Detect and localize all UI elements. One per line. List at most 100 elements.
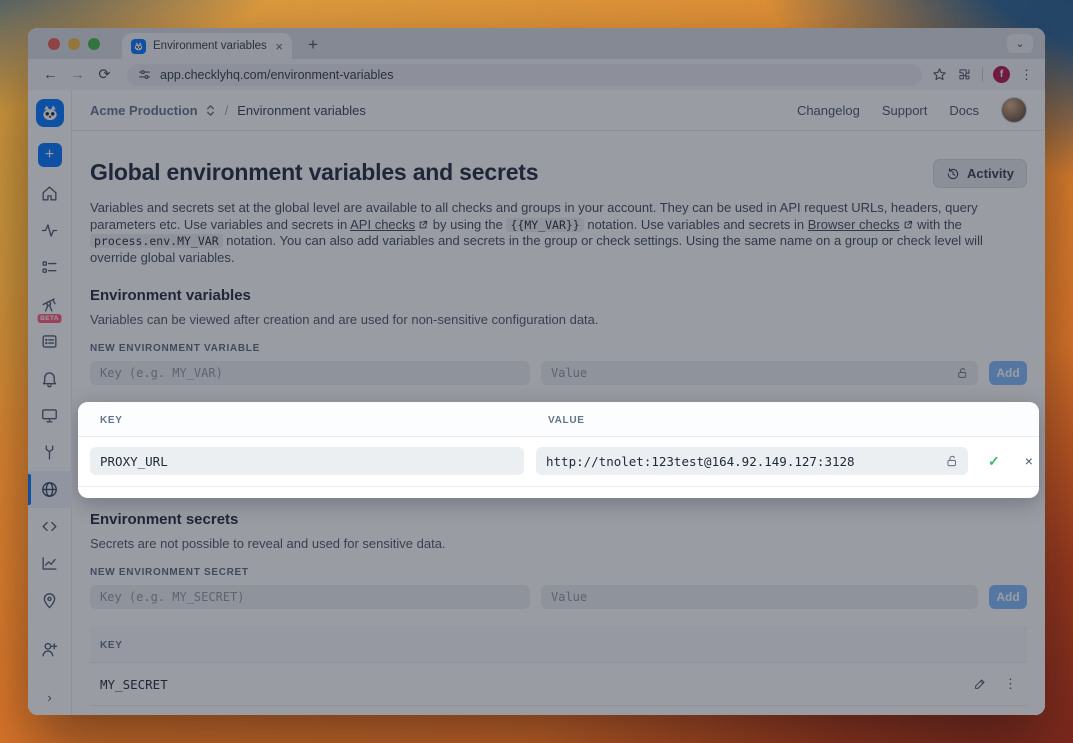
- secret-row-my-secret: MY_SECRET ⋮: [90, 663, 1027, 706]
- sidebar-collapse-chevron-icon[interactable]: ›: [28, 690, 72, 705]
- sidebar-item-environment-variables[interactable]: [28, 471, 72, 508]
- tab-close-icon[interactable]: ×: [275, 40, 283, 53]
- variable-value-field[interactable]: [536, 447, 968, 475]
- history-clock-icon: [946, 167, 960, 181]
- browser-profile-avatar[interactable]: f: [993, 66, 1010, 83]
- value-column-header: VALUE: [548, 415, 585, 426]
- support-link[interactable]: Support: [882, 103, 928, 118]
- checkly-logo[interactable]: [36, 99, 64, 127]
- app-viewport: + BETA ›: [28, 90, 1045, 715]
- edit-pencil-icon[interactable]: [973, 677, 987, 691]
- dashboard-icon: [40, 332, 59, 351]
- external-link-icon: [418, 220, 428, 230]
- url-bar[interactable]: app.checklyhq.com/environment-variables: [127, 64, 922, 86]
- add-variable-button[interactable]: Add: [989, 361, 1027, 385]
- breadcrumb-account[interactable]: Acme Production: [90, 103, 198, 118]
- new-secret-form: Add: [90, 585, 1027, 609]
- minimize-window-button[interactable]: [68, 38, 80, 50]
- url-text: app.checklyhq.com/environment-variables: [160, 68, 393, 82]
- telescope-icon: [40, 295, 59, 314]
- external-link-icon: [903, 220, 913, 230]
- browser-menu-icon[interactable]: ⋮: [1020, 67, 1033, 83]
- variable-row-proxy-url: PROXY_URL ✓ ×: [78, 437, 1039, 487]
- bell-icon: [40, 369, 59, 388]
- confirm-check-icon[interactable]: ✓: [988, 453, 1000, 470]
- process-env-code-chip: process.env.MY_VAR: [90, 234, 223, 248]
- page-content: Global environment variables and secrets…: [72, 131, 1045, 715]
- row-menu-kebab-icon[interactable]: ⋮: [1004, 676, 1017, 692]
- chart-icon: [40, 554, 59, 573]
- new-tab-button[interactable]: +: [308, 35, 318, 55]
- page-title: Global environment variables and secrets: [90, 159, 538, 186]
- globe-icon: [40, 480, 59, 499]
- toolbar-divider: [982, 67, 983, 82]
- invite-user-icon: [40, 640, 59, 659]
- reload-button[interactable]: ⟳: [92, 67, 117, 83]
- breadcrumb-separator: /: [225, 103, 229, 118]
- sidebar-item-private-locations[interactable]: [28, 582, 72, 619]
- location-pin-icon: [40, 591, 59, 610]
- close-window-button[interactable]: [48, 38, 60, 50]
- secrets-table-header: KEY: [90, 626, 1027, 663]
- wrench-icon: [40, 443, 59, 462]
- variable-value-input[interactable]: [541, 361, 978, 385]
- sidebar-item-alerts[interactable]: [28, 360, 72, 397]
- tab-title: Environment variables: [153, 40, 268, 52]
- forward-button[interactable]: →: [65, 67, 90, 83]
- traffic-lights: [48, 28, 100, 59]
- extensions-puzzle-icon[interactable]: [957, 67, 972, 82]
- variables-description: Variables can be viewed after creation a…: [90, 312, 1027, 327]
- tab-strip: Environment variables × + ⌄: [28, 28, 1045, 59]
- sidebar-item-invite-user[interactable]: [28, 631, 72, 668]
- beta-badge: BETA: [37, 314, 62, 323]
- secret-value-input[interactable]: [541, 585, 978, 609]
- maximize-window-button[interactable]: [88, 38, 100, 50]
- user-avatar[interactable]: [1001, 97, 1027, 123]
- new-variable-label: NEW ENVIRONMENT VARIABLE: [90, 343, 1027, 354]
- monitor-icon: [40, 406, 59, 425]
- cancel-x-icon[interactable]: ×: [1025, 453, 1033, 469]
- account-switcher-icon[interactable]: [205, 104, 216, 117]
- toolbar-right: f ⋮: [932, 66, 1035, 83]
- code-icon: [40, 517, 59, 536]
- sidebar-item-snippets[interactable]: [28, 508, 72, 545]
- header-links: Changelog Support Docs: [797, 97, 1027, 123]
- sidebar-item-home[interactable]: [28, 175, 72, 212]
- docs-link[interactable]: Docs: [949, 103, 979, 118]
- intro-paragraph: Variables and secrets set at the global …: [90, 200, 1022, 266]
- unlock-icon[interactable]: [945, 454, 959, 468]
- sidebar-item-test-sessions[interactable]: [28, 249, 72, 286]
- variables-table-header: KEY VALUE: [78, 402, 1039, 437]
- add-secret-button[interactable]: Add: [989, 585, 1027, 609]
- back-button[interactable]: ←: [38, 67, 63, 83]
- sidebar-item-analytics[interactable]: [28, 545, 72, 582]
- new-variable-form: Add: [90, 361, 1027, 385]
- secrets-key-column-header: KEY: [100, 640, 123, 651]
- bookmark-star-icon[interactable]: [932, 67, 947, 82]
- browser-tab[interactable]: Environment variables ×: [122, 33, 292, 59]
- sidebar-item-status-pages[interactable]: [28, 397, 72, 434]
- browser-toolbar: ← → ⟳ app.checklyhq.com/environment-vari…: [28, 59, 1045, 90]
- sidebar-nav: BETA: [28, 175, 71, 668]
- sidebar: + BETA ›: [28, 90, 72, 715]
- changelog-link[interactable]: Changelog: [797, 103, 860, 118]
- activity-button[interactable]: Activity: [933, 159, 1027, 188]
- create-new-button[interactable]: +: [38, 143, 62, 167]
- browser-checks-link[interactable]: Browser checks: [808, 217, 900, 232]
- site-info-icon[interactable]: [138, 68, 151, 81]
- sidebar-item-traces[interactable]: BETA: [28, 286, 72, 323]
- sidebar-item-maintenance[interactable]: [28, 434, 72, 471]
- sidebar-item-checks[interactable]: [28, 212, 72, 249]
- main-area: Acme Production / Environment variables …: [72, 90, 1045, 715]
- secret-key-input[interactable]: [90, 585, 530, 609]
- variable-key-field[interactable]: PROXY_URL: [90, 447, 524, 475]
- unlock-icon[interactable]: [956, 367, 969, 380]
- secret-key-text: MY_SECRET: [100, 677, 168, 692]
- api-checks-link[interactable]: API checks: [350, 217, 415, 232]
- checklist-icon: [40, 258, 59, 277]
- tab-search-chevron-icon[interactable]: ⌄: [1007, 34, 1033, 53]
- secrets-description: Secrets are not possible to reveal and u…: [90, 536, 1027, 551]
- sidebar-item-dashboards[interactable]: [28, 323, 72, 360]
- checkly-favicon: [131, 39, 146, 54]
- variable-key-input[interactable]: [90, 361, 530, 385]
